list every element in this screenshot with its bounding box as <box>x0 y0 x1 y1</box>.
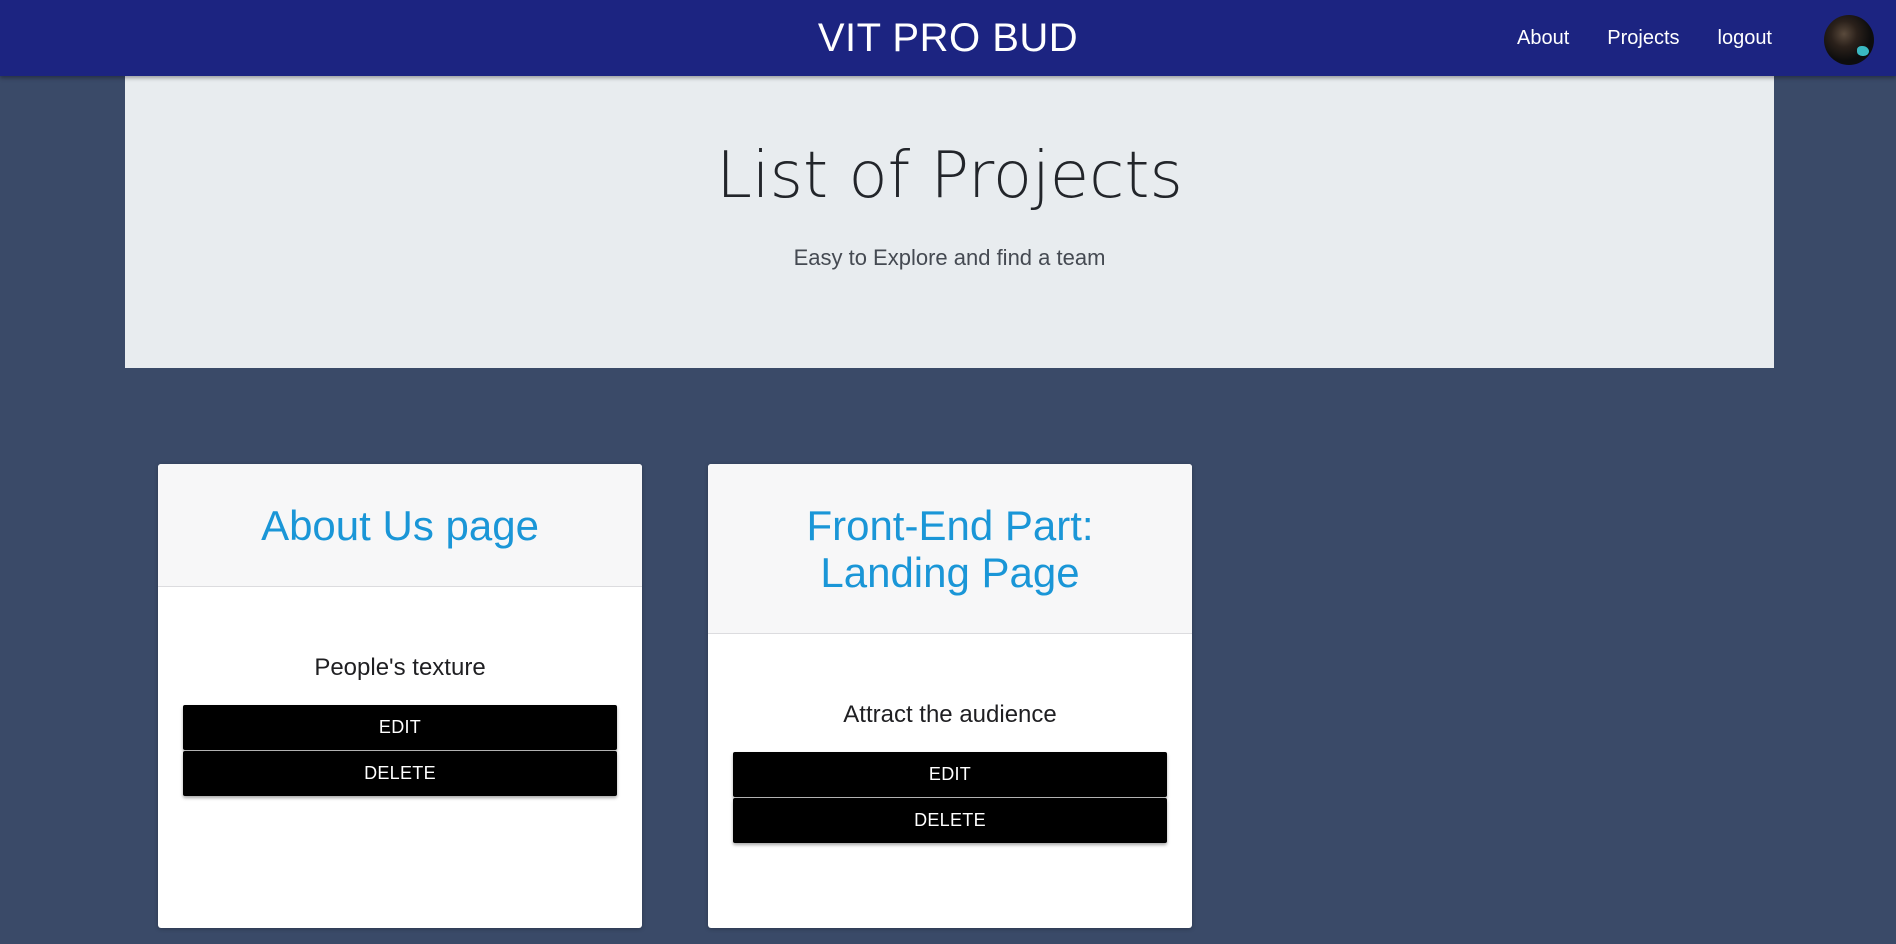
top-navbar: VIT PRO BUD About Projects logout <box>0 0 1896 76</box>
project-description: Attract the audience <box>843 701 1057 728</box>
hero-banner: List of Projects Easy to Explore and fin… <box>125 76 1774 368</box>
edit-button[interactable]: EDIT <box>733 752 1167 797</box>
project-card: Front-End Part: Landing Page Attract the… <box>708 464 1192 928</box>
delete-button[interactable]: DELETE <box>183 751 617 796</box>
nav-link-logout[interactable]: logout <box>1718 27 1773 50</box>
project-title: About Us page <box>261 501 539 549</box>
nav-link-about[interactable]: About <box>1517 27 1569 50</box>
nav-link-projects[interactable]: Projects <box>1607 27 1679 50</box>
project-description: People's texture <box>314 654 486 681</box>
page-title: List of Projects <box>716 139 1183 213</box>
project-card: About Us page People's texture EDIT DELE… <box>158 464 642 928</box>
nav-links: About Projects logout <box>1479 0 1772 76</box>
edit-button[interactable]: EDIT <box>183 705 617 750</box>
user-avatar[interactable] <box>1824 15 1874 65</box>
delete-button[interactable]: DELETE <box>733 798 1167 843</box>
project-card-header: About Us page <box>158 464 642 587</box>
project-card-header: Front-End Part: Landing Page <box>708 464 1192 634</box>
project-title: Front-End Part: Landing Page <box>806 501 1094 596</box>
page-subtitle: Easy to Explore and find a team <box>793 245 1106 270</box>
brand-title[interactable]: VIT PRO BUD <box>748 14 1148 62</box>
